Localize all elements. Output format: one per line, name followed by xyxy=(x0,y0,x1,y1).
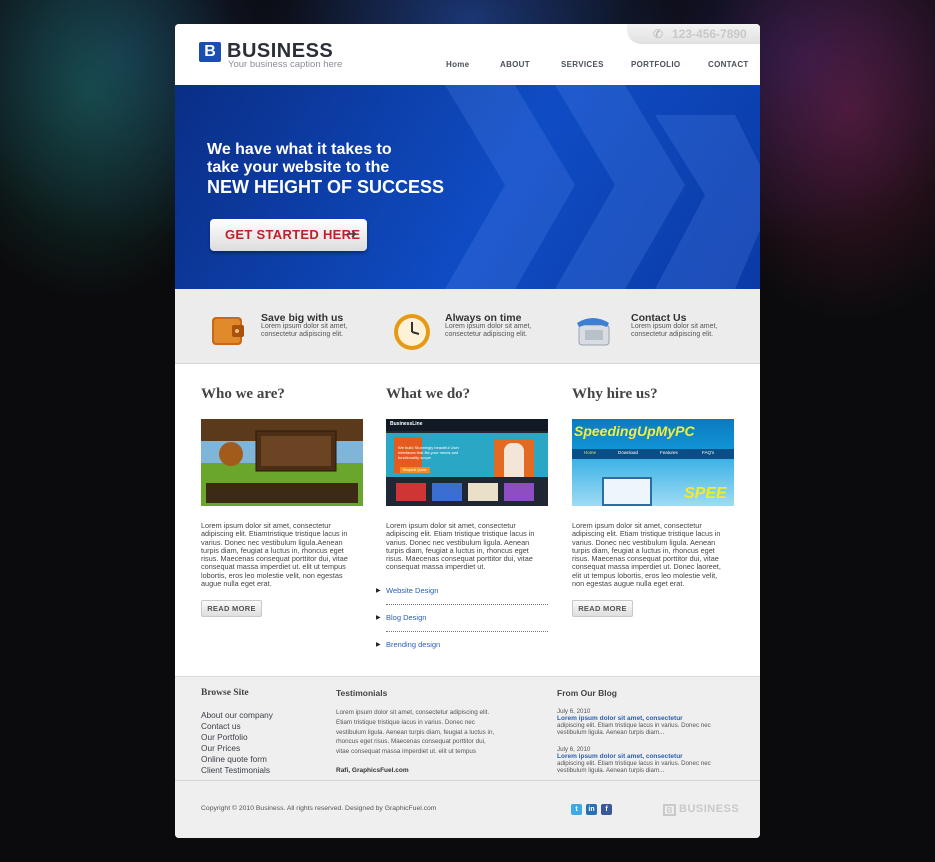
footer-link-portfolio[interactable]: Our Portfolio xyxy=(201,732,248,742)
divider xyxy=(386,631,548,632)
hero-headline-line2: take your website to the xyxy=(207,159,390,176)
service-link-website-design[interactable]: Website Design xyxy=(376,586,438,595)
phone-number: 123-456-7890 xyxy=(672,27,747,41)
why-hire-us-title: Why hire us? xyxy=(572,386,658,402)
footer-link-about[interactable]: About our company xyxy=(201,710,273,720)
footer-divider xyxy=(175,780,760,781)
thumb-brand: SpeedingUpMyPC xyxy=(574,423,695,439)
service-link-blog-design[interactable]: Blog Design xyxy=(376,613,427,622)
nav-contact[interactable]: CONTACT xyxy=(708,60,749,69)
portfolio-thumbnail-businessline[interactable]: BusinessLine We build Stunningly beautif… xyxy=(386,419,548,506)
linkedin-icon[interactable]: in xyxy=(586,804,597,815)
read-more-button[interactable]: READ MORE xyxy=(201,600,262,617)
hero-headline-line3: NEW HEIGHT OF SUCCESS xyxy=(207,177,445,197)
blog-post-date: July 6, 2010 xyxy=(557,746,591,753)
what-we-do-title: What we do? xyxy=(386,386,471,402)
feature-text: Lorem ipsum dolor sit amet, consectetur … xyxy=(445,323,532,338)
logo-caption: Your business caption here xyxy=(228,59,343,70)
logo-mark[interactable]: B xyxy=(199,42,221,62)
who-we-are-title: Who we are? xyxy=(201,386,285,402)
thumb-nav-download: Download xyxy=(618,450,639,455)
browse-site-heading: Browse Site xyxy=(201,688,249,698)
wallet-icon xyxy=(212,317,244,345)
clock-icon xyxy=(394,314,430,350)
thumb-button: Request Quote xyxy=(400,467,430,473)
blog-post-date: July 6, 2010 xyxy=(557,708,591,715)
feature-text: Lorem ipsum dolor sit amet, consectetur … xyxy=(631,323,718,338)
blog-post-title[interactable]: Lorem ipsum dolor sit amet, consectetur xyxy=(557,715,683,722)
read-more-button[interactable]: READ MORE xyxy=(572,600,633,617)
thumb-nav-home: Home xyxy=(584,450,597,455)
phone-icon: ✆ xyxy=(653,27,664,41)
testimonial-text: Lorem ipsum dolor sit amet, consectetur … xyxy=(336,709,495,756)
hero-headline-line1: We have what it takes to xyxy=(207,141,392,158)
blog-post-title[interactable]: Lorem ipsum dolor sit amet, consectetur xyxy=(557,753,683,760)
footer-link-quote[interactable]: Online quote form xyxy=(201,754,267,764)
twitter-icon[interactable]: t xyxy=(571,804,582,815)
thumb-nav-features: Features xyxy=(660,450,678,455)
arrow-right-icon: ➔ xyxy=(346,226,357,241)
nav-services[interactable]: SERVICES xyxy=(561,60,604,69)
footer-logo-mark[interactable]: B xyxy=(663,804,676,816)
feature-text: Lorem ipsum dolor sit amet, consectetur … xyxy=(261,323,348,338)
testimonial-author: Rafi, GraphicsFuel.com xyxy=(336,767,409,774)
nav-about[interactable]: ABOUT xyxy=(500,60,530,69)
service-link-branding-design[interactable]: Brending design xyxy=(376,640,440,649)
why-hire-us-text: Lorem ipsum dolor sit amet, consectetur … xyxy=(572,521,721,589)
thumb-headline: We build Stunningly beautiful User Inter… xyxy=(398,445,460,460)
get-started-button[interactable]: GET STARTED HERE ➔ xyxy=(210,219,367,251)
nav-home[interactable]: Home xyxy=(446,60,469,69)
copyright-text: Copyright © 2010 Business. All rights re… xyxy=(201,805,437,812)
thumb-brand: BusinessLine xyxy=(390,421,423,427)
divider xyxy=(386,604,548,605)
hero-banner: We have what it takes to take your websi… xyxy=(175,85,760,289)
testimonials-heading: Testimonials xyxy=(336,688,388,698)
blog-post-excerpt: adipiscing elit. Etiam tristique lacus i… xyxy=(557,760,711,775)
what-we-do-text: Lorem ipsum dolor sit amet, consectetur … xyxy=(386,521,535,572)
thumb-nav-faqs: FAQ's xyxy=(702,450,715,455)
portfolio-thumbnail-speedingupmypc[interactable]: SpeedingUpMyPC Home Download Features FA… xyxy=(572,419,734,506)
facebook-icon[interactable]: f xyxy=(601,804,612,815)
footer-link-contact[interactable]: Contact us xyxy=(201,721,241,731)
footer-link-testimonials[interactable]: Client Testimonials xyxy=(201,765,270,775)
blog-post-excerpt: adipiscing elit. Etiam tristique lacus i… xyxy=(557,722,711,737)
blog-heading: From Our Blog xyxy=(557,688,617,698)
portfolio-thumbnail-game-site[interactable] xyxy=(201,419,363,506)
telephone-icon xyxy=(577,318,610,346)
footer-link-prices[interactable]: Our Prices xyxy=(201,743,240,753)
nav-portfolio[interactable]: PORTFOLIO xyxy=(631,60,680,69)
who-we-are-text: Lorem ipsum dolor sit amet, consectetur … xyxy=(201,521,348,589)
website-page: B BUSINESS Your business caption here ✆ … xyxy=(175,24,760,838)
get-started-label: GET STARTED HERE xyxy=(225,227,361,242)
thumb-tag: SPEE xyxy=(684,485,727,502)
footer-logo-text[interactable]: BUSINESS xyxy=(679,803,739,815)
